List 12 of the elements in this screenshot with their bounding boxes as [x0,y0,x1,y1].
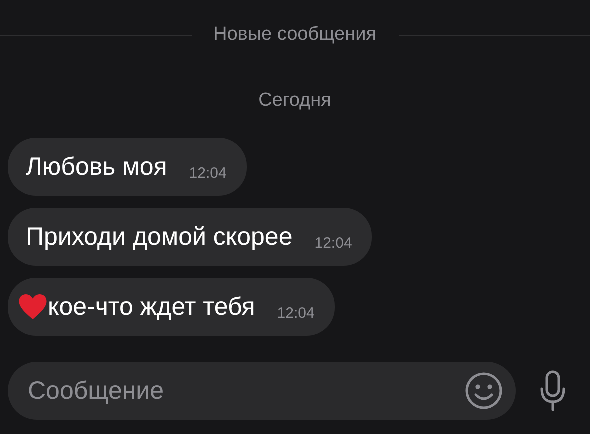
message-time: 12:04 [314,234,352,252]
message-input[interactable]: Сообщение [8,362,516,420]
heart-icon [18,293,48,321]
microphone-icon[interactable] [538,370,568,412]
message-time: 12:04 [277,304,315,322]
message-text: кое-что ждет тебя [48,292,256,322]
message-text: Любовь моя [26,152,168,182]
date-label: Сегодня [258,90,332,112]
emoji-icon[interactable] [464,371,504,411]
new-messages-label: Новые сообщения [214,24,376,46]
message-time: 12:04 [189,164,227,182]
message-text: Приходи домой скорее [26,222,293,252]
